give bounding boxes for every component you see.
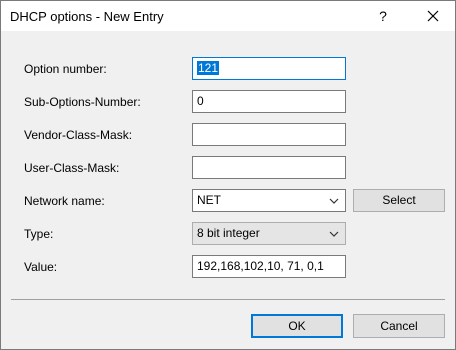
cancel-button[interactable]: Cancel xyxy=(353,314,445,338)
separator xyxy=(11,299,445,300)
value-input[interactable]: 192,168,102,10, 71, 0,1 xyxy=(192,255,346,278)
vendor-class-mask-input[interactable] xyxy=(192,123,346,146)
title-bar: DHCP options - New Entry ? xyxy=(1,1,455,31)
option-number-value: 121 xyxy=(197,61,220,75)
select-button-label: Select xyxy=(382,193,416,207)
close-icon[interactable] xyxy=(421,4,445,28)
help-icon[interactable]: ? xyxy=(373,6,393,26)
user-class-mask-input[interactable] xyxy=(192,156,346,179)
ok-button[interactable]: OK xyxy=(251,314,343,338)
option-number-input[interactable]: 121 xyxy=(192,57,346,80)
sub-options-number-input[interactable]: 0 xyxy=(192,90,346,113)
network-name-value: NET xyxy=(197,193,221,207)
window-title: DHCP options - New Entry xyxy=(10,9,164,24)
dhcp-options-dialog: DHCP options - New Entry ? Option number… xyxy=(0,0,456,350)
select-network-button[interactable]: Select xyxy=(353,189,445,212)
user-class-mask-label: User-Class-Mask: xyxy=(24,161,120,175)
network-name-label: Network name: xyxy=(24,194,105,208)
value-label: Value: xyxy=(24,260,58,274)
network-name-combobox[interactable]: NET xyxy=(192,189,346,212)
option-number-label: Option number: xyxy=(24,62,107,76)
type-label: Type: xyxy=(24,227,54,241)
chevron-down-icon xyxy=(329,231,339,237)
sub-options-number-label: Sub-Options-Number: xyxy=(24,95,141,109)
type-value: 8 bit integer xyxy=(197,226,260,240)
chevron-down-icon xyxy=(329,198,339,204)
type-select[interactable]: 8 bit integer xyxy=(192,222,346,245)
vendor-class-mask-label: Vendor-Class-Mask: xyxy=(24,128,133,142)
